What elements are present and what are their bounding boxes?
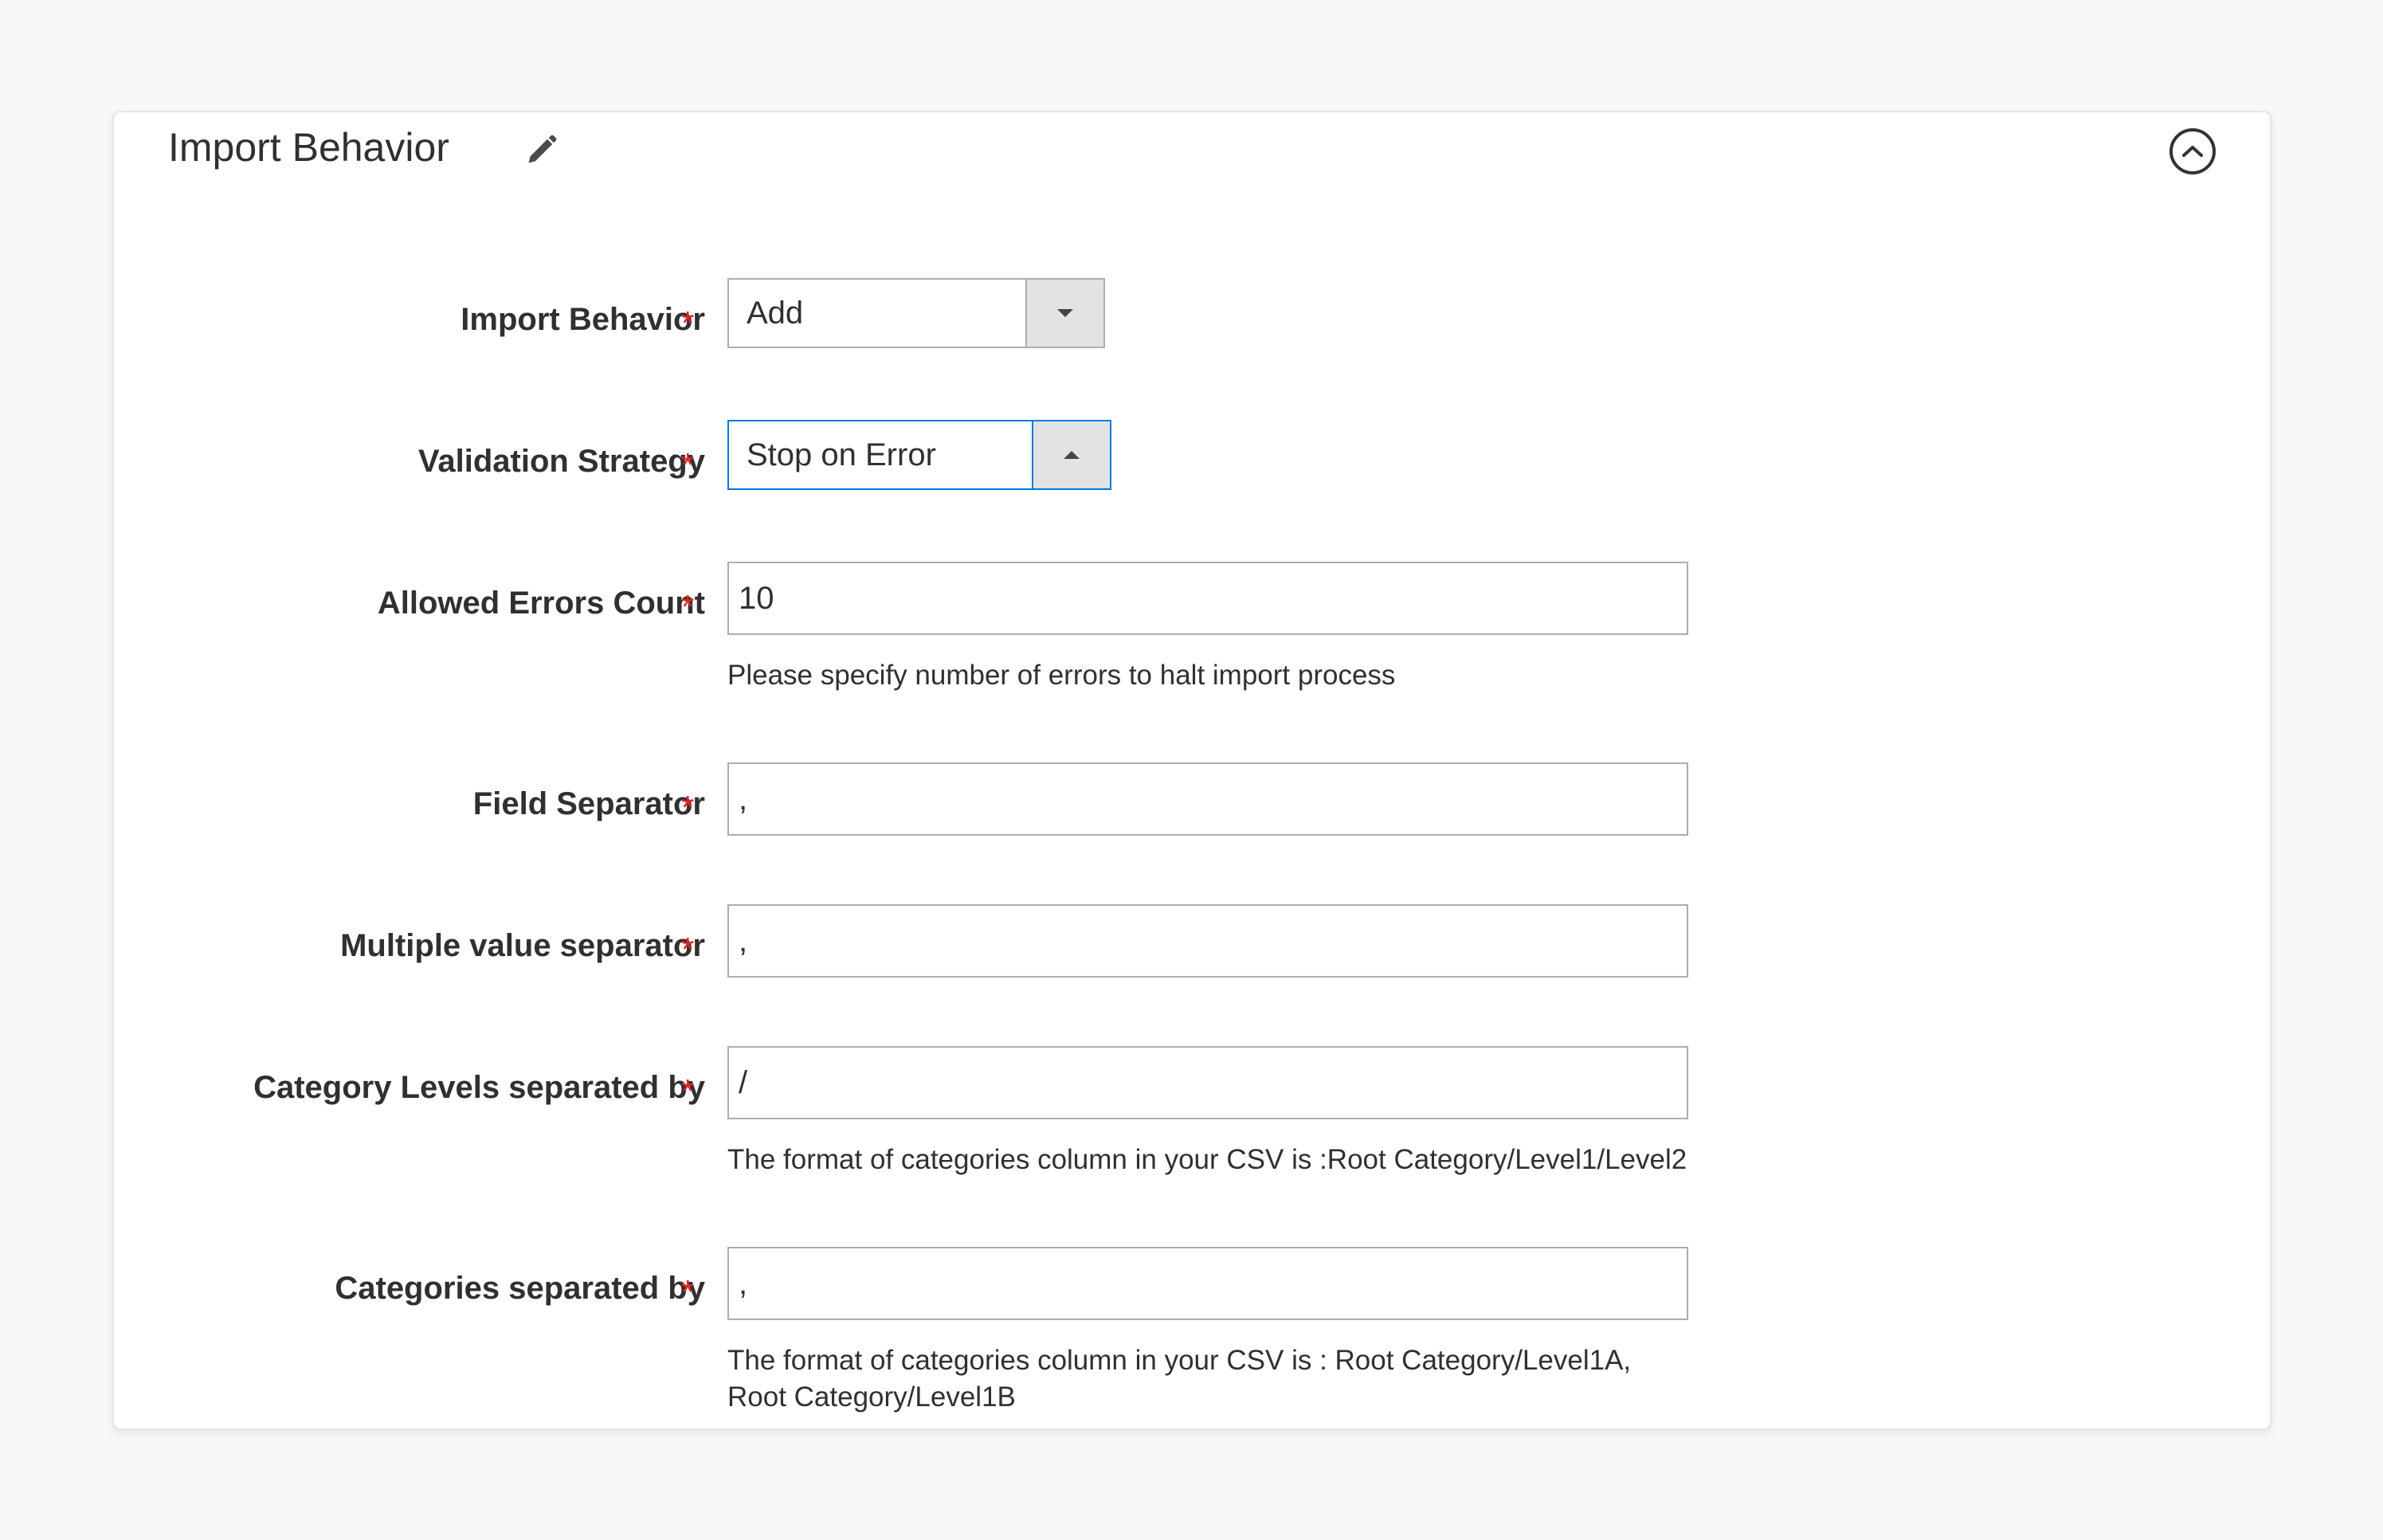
- required-marker: *: [681, 304, 695, 342]
- import-behavior-select[interactable]: Add: [727, 278, 1105, 348]
- panel-title: Import Behavior: [168, 125, 449, 170]
- validation-strategy-select[interactable]: Stop on Error: [727, 420, 1111, 490]
- allowed-errors-note: Please specify number of errors to halt …: [727, 660, 1396, 691]
- validation-strategy-select-value: Stop on Error: [747, 437, 936, 472]
- category-levels-note: The format of categories column in your …: [727, 1144, 1687, 1175]
- import-behavior-label: Import Behavior: [461, 302, 705, 337]
- multiple-value-separator-input[interactable]: ,: [727, 904, 1688, 978]
- required-marker: *: [681, 588, 695, 625]
- field-separator-input[interactable]: ,: [727, 762, 1688, 836]
- categories-separated-note-line2: Root Category/Level1B: [727, 1381, 1016, 1413]
- required-marker: *: [681, 446, 695, 484]
- required-marker: *: [681, 1273, 695, 1311]
- allowed-errors-count-label: Allowed Errors Count: [377, 586, 705, 621]
- caret-down-icon[interactable]: [1025, 280, 1103, 347]
- import-behavior-panel: Import Behavior Import Behavior * Add Va…: [112, 111, 2271, 1430]
- required-marker: *: [681, 931, 695, 968]
- categories-separated-note-line1: The format of categories column in your …: [727, 1345, 1632, 1376]
- caret-up-icon[interactable]: [1032, 421, 1110, 488]
- categories-separated-note: The format of categories column in your …: [727, 1342, 1699, 1416]
- validation-strategy-label: Validation Strategy: [417, 444, 705, 479]
- required-marker: *: [681, 789, 695, 826]
- categories-separated-label: Categories separated by: [335, 1271, 705, 1306]
- pencil-icon[interactable]: [520, 128, 563, 171]
- category-levels-label: Category Levels separated by: [253, 1070, 705, 1105]
- required-marker: *: [681, 1072, 695, 1110]
- field-separator-label: Field Separator: [472, 786, 705, 821]
- category-levels-input[interactable]: /: [727, 1046, 1688, 1119]
- multiple-value-separator-label: Multiple value separator: [340, 928, 705, 963]
- categories-separated-input[interactable]: ,: [727, 1247, 1688, 1320]
- allowed-errors-count-input[interactable]: 10: [727, 562, 1688, 635]
- import-behavior-select-value: Add: [747, 295, 804, 331]
- chevron-up-circle-icon[interactable]: [2169, 128, 2216, 174]
